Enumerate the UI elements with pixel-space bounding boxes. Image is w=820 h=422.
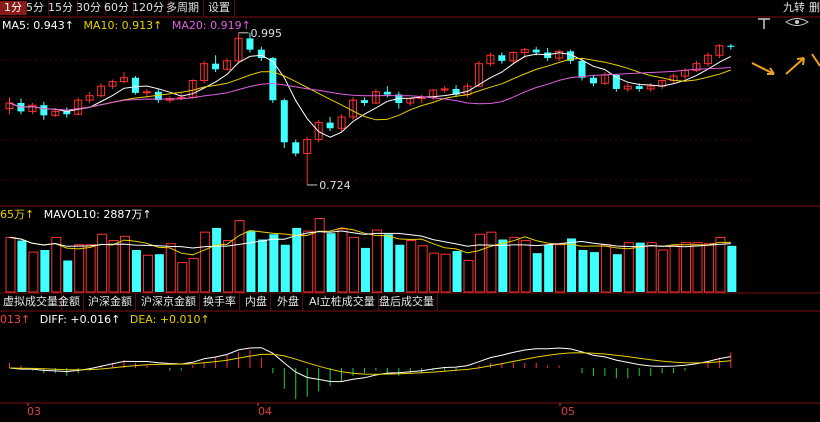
volume-bar-39: [452, 251, 462, 292]
volume-bar-1: [17, 240, 27, 292]
arrow-partial-icon: [811, 53, 820, 67]
volume-bar-25: [292, 227, 302, 292]
volume-bar-9: [108, 240, 119, 293]
candle-body-18: [212, 63, 220, 70]
volume-bar-40: [463, 260, 474, 293]
ma20-line: [9, 67, 731, 111]
candle-body-28: [326, 122, 334, 129]
volume-bar-27: [314, 218, 325, 293]
eye-pupil-icon: [795, 20, 799, 24]
volume-bar-57: [658, 249, 669, 293]
volume-bar-56: [646, 242, 657, 293]
volume-bar-50: [578, 250, 588, 292]
volume-bar-47: [544, 244, 554, 292]
pin-icon: [758, 18, 770, 29]
volume-bar-19: [223, 240, 234, 293]
volume-bar-3: [40, 250, 50, 292]
volume-bar-5: [63, 260, 73, 292]
volume-bar-26: [303, 230, 314, 293]
candle-body-31: [360, 100, 368, 103]
volume-bar-24: [280, 244, 290, 292]
volume-bar-15: [177, 262, 188, 293]
volume-bar-49: [567, 238, 577, 292]
volume-bar-33: [383, 234, 393, 292]
dea-line: [9, 352, 731, 375]
candle-body-50: [578, 60, 586, 78]
volume-bar-55: [635, 242, 645, 292]
ma5-line: [9, 52, 732, 138]
candle-body-11: [131, 77, 139, 93]
volume-bar-14: [165, 243, 176, 293]
volume-bar-32: [371, 229, 382, 293]
volume-bar-53: [612, 254, 622, 292]
volume-bar-43: [498, 239, 508, 292]
volume-bar-62: [715, 236, 726, 293]
volume-bar-23: [269, 234, 279, 292]
volume-bar-0: [5, 236, 16, 293]
volume-bar-60: [692, 242, 703, 293]
down-arrow-icon: [751, 62, 775, 75]
volume-bar-38: [440, 253, 451, 293]
diff-line: [9, 347, 731, 383]
candle-body-33: [383, 91, 391, 95]
volume-bar-54: [623, 242, 634, 293]
volume-bar-42: [486, 231, 497, 293]
volume-bar-22: [257, 239, 267, 292]
volume-bar-13: [154, 254, 164, 292]
volume-bar-11: [131, 250, 141, 292]
volume-bar-36: [417, 245, 428, 293]
volume-bar-16: [188, 257, 199, 293]
volume-bar-34: [395, 244, 405, 292]
volume-bar-58: [669, 245, 680, 293]
candle-body-3: [40, 105, 48, 116]
volume-bar-6: [74, 244, 85, 293]
volume-bar-44: [509, 236, 520, 293]
kline-chart[interactable]: 0.995 0.724: [0, 0, 820, 422]
volume-bar-37: [429, 252, 440, 293]
volume-bar-41: [474, 233, 485, 293]
candle-body-21: [246, 38, 254, 50]
volume-bar-48: [555, 244, 566, 293]
volume-bar-2: [28, 251, 39, 293]
candle-body-43: [498, 55, 506, 61]
candle-body-51: [589, 77, 597, 84]
candle-body-24: [280, 100, 288, 143]
candle-body-63: [727, 45, 735, 47]
volume-bar-28: [326, 233, 336, 292]
volume-bar-7: [85, 244, 96, 293]
volume-bar-31: [360, 247, 370, 292]
volume-bar-63: [727, 245, 737, 292]
volume-bar-29: [337, 228, 348, 293]
candle-body-25: [292, 142, 300, 154]
volume-bar-51: [589, 252, 599, 292]
volume-bar-35: [406, 240, 417, 293]
candle-body-55: [635, 86, 643, 89]
volume-bar-30: [349, 236, 359, 293]
volume-bar-61: [703, 243, 714, 293]
volume-bar-12: [142, 254, 153, 293]
volume-bar-21: [246, 231, 256, 292]
candle-body-46: [532, 49, 540, 53]
low-annotation: 0.724: [319, 179, 351, 192]
volume-bar-46: [532, 253, 542, 292]
volume-bar-20: [234, 220, 245, 293]
volume-bar-8: [97, 233, 108, 293]
volume-bar-17: [200, 231, 211, 293]
volume-bar-52: [600, 244, 611, 293]
volume-bar-18: [212, 227, 222, 292]
up-arrow-icon: [785, 57, 805, 75]
volume-bar-59: [681, 242, 692, 293]
volume-bar-45: [520, 240, 531, 293]
candle-body-47: [544, 52, 552, 59]
high-annotation: 0.995: [251, 27, 283, 40]
